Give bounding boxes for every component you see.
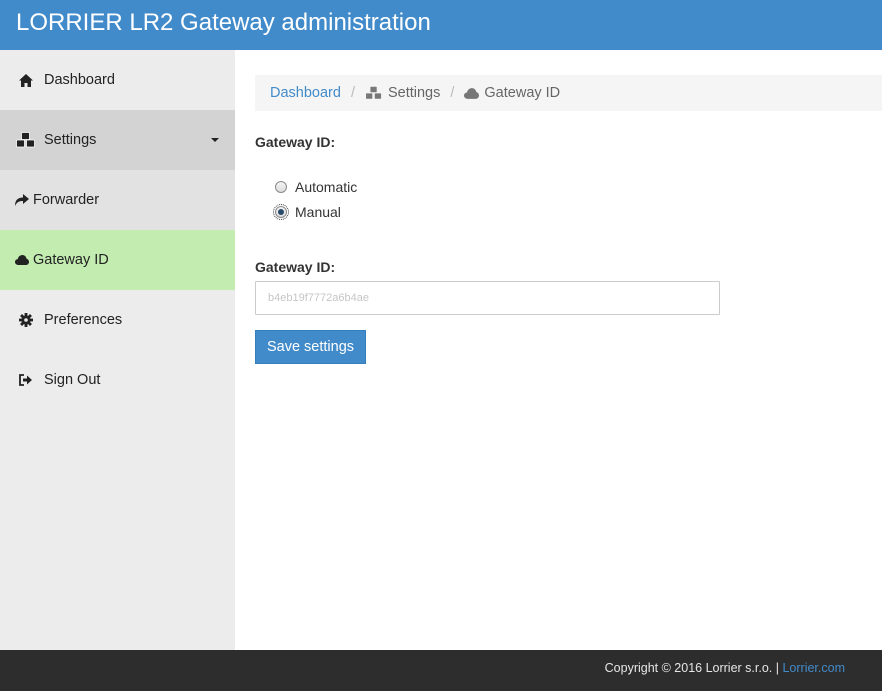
radio-automatic-row[interactable]: Automatic [275,179,357,195]
breadcrumb-separator: / [350,85,355,101]
radio-manual[interactable] [273,204,289,220]
sidebar-item-gateway-id[interactable]: Gateway ID [0,230,235,290]
sidebar-item-label: Gateway ID [33,252,109,268]
gateway-id-input[interactable] [255,281,720,315]
copyright-text: Copyright © 2016 Lorrier s.r.o. | [604,661,783,675]
sidebar-item-label: Dashboard [44,72,115,88]
footer: Copyright © 2016 Lorrier s.r.o. | Lorrie… [0,650,882,691]
share-arrow-icon [15,192,29,208]
gear-icon [16,312,36,328]
home-icon [16,72,36,88]
cloud-icon [464,87,480,99]
radio-automatic-label: Automatic [295,179,358,195]
sidebar-item-label: Settings [44,132,97,148]
sidebar-item-label: Preferences [44,312,123,328]
footer-copyright: Copyright © 2016 Lorrier s.r.o. | Lorrie… [605,661,845,675]
gateway-id-mode-label: Gateway ID: [255,134,336,150]
lorrier-link[interactable]: Lorrier.com [782,661,845,675]
breadcrumb-label: Settings [387,85,441,101]
cubes-icon [365,86,383,100]
save-settings-button[interactable]: Save settings [255,330,366,364]
breadcrumb: Dashboard / Settings / Gateway ID [255,75,882,111]
cloud-icon [15,252,29,268]
breadcrumb-gateway-id: Gateway ID [464,85,560,101]
sidebar-item-settings[interactable]: Settings [0,110,235,170]
sidebar-item-dashboard[interactable]: Dashboard [0,50,235,110]
cubes-icon [16,132,36,148]
breadcrumb-label: Gateway ID [484,85,561,101]
radio-automatic[interactable] [275,181,287,193]
main-content: Dashboard / Settings / Gateway ID Gatewa… [235,50,882,650]
top-header: LORRIER LR2 Gateway administration [0,0,882,50]
radio-manual-row[interactable]: Manual [273,204,341,220]
breadcrumb-dashboard-link[interactable]: Dashboard [270,85,341,101]
sidebar-item-sign-out[interactable]: Sign Out [0,350,235,410]
sign-out-icon [16,372,36,388]
breadcrumb-settings: Settings [365,85,440,101]
sidebar-item-preferences[interactable]: Preferences [0,290,235,350]
app-title: LORRIER LR2 Gateway administration [16,9,431,36]
sidebar-item-label: Forwarder [33,192,100,208]
caret-down-icon [211,138,219,142]
breadcrumb-separator: / [450,85,455,101]
radio-manual-label: Manual [295,204,341,220]
gateway-id-field-label: Gateway ID: [255,259,336,275]
sidebar: Dashboard Settings Forwarder Gateway ID [0,50,235,650]
sidebar-item-label: Sign Out [44,372,101,388]
sidebar-item-forwarder[interactable]: Forwarder [0,170,235,230]
